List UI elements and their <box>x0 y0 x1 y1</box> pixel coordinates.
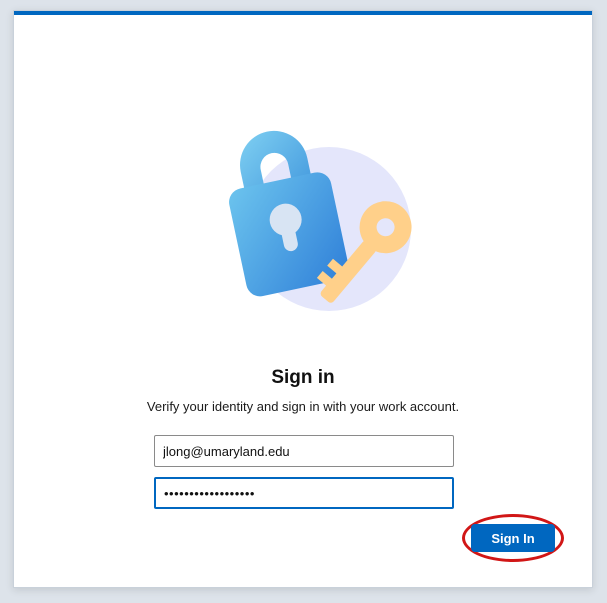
lock-and-key-icon <box>229 130 412 311</box>
accent-bar <box>14 11 592 15</box>
dialog-title: Sign in <box>271 367 335 388</box>
email-field[interactable] <box>154 435 454 467</box>
sign-in-dialog: Sign in Verify your identity and sign in… <box>13 10 593 588</box>
password-field[interactable] <box>154 477 454 509</box>
sign-in-button[interactable]: Sign In <box>471 524 555 552</box>
dialog-subtitle: Verify your identity and sign in with yo… <box>146 399 460 414</box>
